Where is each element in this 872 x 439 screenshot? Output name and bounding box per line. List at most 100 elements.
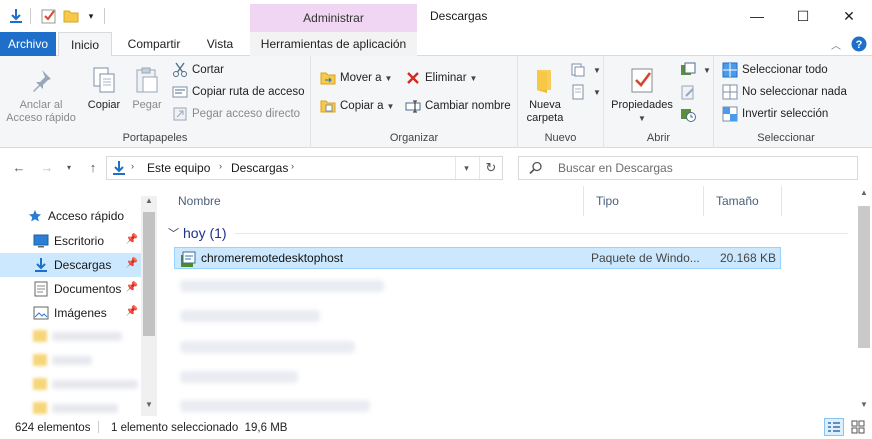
column-header-tamano[interactable]: Tamaño — [704, 186, 782, 216]
tab-inicio[interactable]: Inicio — [58, 32, 112, 57]
historial-button[interactable] — [680, 106, 700, 122]
invertir-seleccion-label: Invertir selección — [742, 108, 829, 120]
nueva-carpeta-button[interactable]: Nueva carpeta — [522, 64, 568, 125]
properties-checkmark-icon — [626, 64, 658, 96]
blurred-label — [52, 356, 92, 365]
anclar-acceso-rapido-button[interactable]: Anclar al Acceso rápido — [4, 64, 78, 125]
quick-access-new-folder-icon[interactable] — [62, 6, 80, 26]
file-list-scrollbar[interactable]: ▲ ▼ — [856, 186, 872, 416]
easy-access-icon — [570, 84, 586, 100]
scroll-down-arrow-icon[interactable]: ▼ — [856, 400, 872, 414]
help-icon[interactable]: ? — [850, 32, 868, 56]
group-label-seleccionar: Seleccionar — [757, 132, 815, 144]
pegar-acceso-label: Pegar acceso directo — [192, 108, 301, 120]
scroll-up-arrow-icon[interactable]: ▲ — [141, 196, 157, 210]
forward-arrow-icon[interactable]: → — [38, 158, 56, 176]
nueva-carpeta-label-line2: carpeta — [526, 112, 564, 124]
pegar-acceso-directo-button[interactable]: Pegar acceso directo — [172, 106, 300, 122]
group-label-portapapeles: Portapapeles — [122, 132, 188, 144]
address-bar[interactable]: › Este equipo › Descargas › ▾ ↻ — [106, 156, 503, 180]
navpane-scroll-thumb[interactable] — [143, 212, 155, 336]
nav-descargas[interactable]: Descargas 📌 — [0, 253, 142, 277]
group-portapapeles: Anclar al Acceso rápido Copiar Pegar Cor… — [0, 56, 311, 148]
quick-access-customize-chevron-icon[interactable]: ▾ — [84, 6, 98, 26]
group-seleccionar: Seleccionar todo No seleccionar nada Inv… — [714, 56, 858, 148]
scissors-icon — [172, 62, 188, 78]
scroll-up-arrow-icon[interactable]: ▲ — [856, 188, 872, 202]
breadcrumb-descargas[interactable]: Descargas — [231, 161, 288, 175]
cortar-label: Cortar — [192, 64, 224, 76]
copiar-button[interactable]: Copiar — [82, 64, 126, 112]
cortar-button[interactable]: Cortar — [172, 62, 224, 78]
nuevo-elemento-button[interactable]: ▼ — [570, 62, 601, 78]
copy-to-folder-icon — [320, 98, 336, 114]
scroll-down-arrow-icon[interactable]: ▼ — [141, 400, 157, 414]
tab-archivo[interactable]: Archivo — [0, 32, 56, 56]
nav-acceso-rapido[interactable]: Acceso rápido — [0, 204, 142, 228]
context-header-administrar: Administrar — [250, 4, 417, 32]
invert-selection-icon — [722, 106, 738, 122]
modificar-button[interactable] — [680, 84, 700, 100]
table-row[interactable]: chromeremotedesktophost Paquete de Windo… — [174, 247, 781, 269]
ribbon: Anclar al Acceso rápido Copiar Pegar Cor… — [0, 56, 872, 148]
svg-text:?: ? — [856, 39, 863, 51]
pictures-icon — [33, 305, 49, 321]
maximize-button[interactable]: ☐ — [780, 0, 826, 32]
navpane-scrollbar[interactable]: ▲ ▼ — [141, 196, 157, 416]
seleccionar-todo-button[interactable]: Seleccionar todo — [722, 62, 828, 78]
address-history-chevron-icon[interactable]: ▾ — [455, 157, 477, 179]
back-arrow-icon[interactable]: ← — [10, 158, 28, 176]
minimize-icon: — — [750, 8, 764, 24]
quick-access-properties-icon[interactable] — [6, 6, 26, 26]
column-header-tipo[interactable]: Tipo — [584, 186, 704, 216]
refresh-icon[interactable]: ↻ — [479, 157, 502, 179]
move-to-folder-icon — [320, 70, 336, 86]
breadcrumb-separator-icon: › — [291, 161, 294, 171]
details-view-icon[interactable] — [824, 418, 844, 436]
nav-escritorio[interactable]: Escritorio 📌 — [0, 229, 142, 253]
tab-compartir[interactable]: Compartir — [118, 32, 190, 56]
collapse-ribbon-chevron-icon[interactable]: ︿ — [826, 32, 846, 56]
eliminar-label: Eliminar — [425, 72, 467, 84]
cambiar-nombre-button[interactable]: Cambiar nombre — [405, 98, 511, 114]
close-button[interactable]: ✕ — [826, 0, 872, 32]
eliminar-button[interactable]: Eliminar ▼ — [405, 70, 477, 86]
quick-access-checkmark-icon[interactable] — [40, 6, 58, 26]
group-abrir: Propiedades ▼ ▼ Abrir — [604, 56, 714, 148]
recent-locations-chevron-icon[interactable]: ▾ — [60, 158, 78, 176]
downloads-icon — [33, 257, 49, 273]
blurred-group-header — [180, 341, 355, 353]
no-seleccionar-nada-button[interactable]: No seleccionar nada — [722, 84, 847, 100]
abrir-button[interactable]: ▼ — [680, 62, 711, 78]
nueva-carpeta-label-line1: Nueva — [529, 99, 561, 111]
propiedades-button[interactable]: Propiedades ▼ — [608, 64, 676, 125]
group-header-hoy[interactable]: ﹀ hoy (1) — [166, 222, 848, 244]
chevron-down-icon: ▼ — [386, 101, 395, 111]
breadcrumb-este-equipo[interactable]: Este equipo — [147, 161, 210, 175]
acceso-facil-button[interactable]: ▼ — [570, 84, 601, 100]
pegar-button[interactable]: Pegar — [126, 64, 168, 112]
file-list-scroll-thumb[interactable] — [858, 206, 870, 348]
copiar-ruta-button[interactable]: Copiar ruta de acceso — [172, 84, 305, 100]
downloads-location-icon — [111, 160, 127, 179]
nav-imagenes[interactable]: Imágenes 📌 — [0, 301, 142, 325]
pin-icon: 📌 — [125, 306, 138, 317]
minimize-button[interactable]: — — [734, 0, 780, 32]
mover-a-button[interactable]: Mover a ▼ — [320, 70, 392, 86]
copiar-a-button[interactable]: Copiar a ▼ — [320, 98, 394, 114]
tab-herramientas-de-aplicacion[interactable]: Herramientas de aplicación — [250, 32, 417, 56]
pin-icon: 📌 — [125, 282, 138, 293]
nav-item-label: Escritorio — [54, 234, 105, 248]
group-organizar: Mover a ▼ Copiar a ▼ Eliminar ▼ Cambiar nom… — [311, 56, 518, 148]
invertir-seleccion-button[interactable]: Invertir selección — [722, 106, 828, 122]
nav-documentos[interactable]: Documentos 📌 — [0, 277, 142, 301]
up-arrow-icon[interactable]: ↑ — [84, 158, 102, 176]
navigation-bar: ← → ▾ ↑ › Este equipo › Descargas › ▾ ↻ … — [0, 148, 872, 186]
column-header-nombre[interactable]: Nombre — [166, 186, 584, 216]
column-header-label: Tipo — [596, 194, 619, 208]
ribbon-tabs: Archivo Inicio Compartir Vista Herramien… — [0, 32, 872, 57]
tab-vista[interactable]: Vista — [196, 32, 244, 56]
large-icons-view-icon[interactable] — [848, 418, 868, 436]
propiedades-label: Propiedades — [611, 99, 673, 111]
search-box[interactable]: Buscar en Descargas — [518, 156, 858, 180]
